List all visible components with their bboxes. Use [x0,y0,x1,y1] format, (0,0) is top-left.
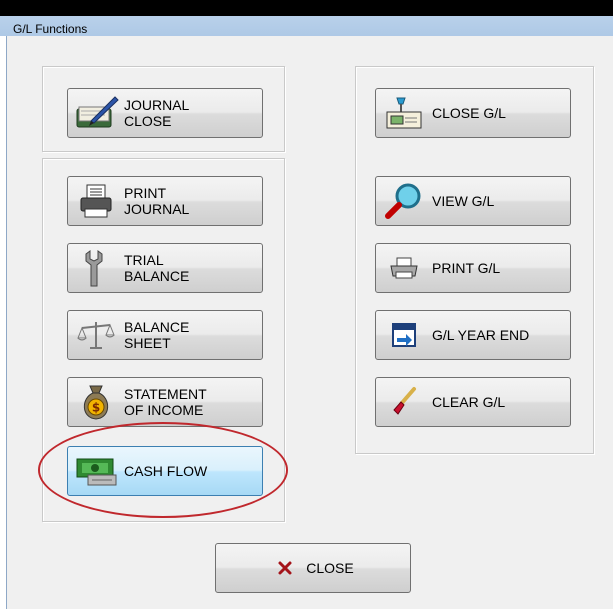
print-journal-label: PRINT JOURNAL [124,185,190,217]
gl-year-end-label: G/L YEAR END [432,327,530,343]
window-titlebar: G/L Functions [0,0,613,36]
paint-brush-icon [376,386,432,418]
print-gl-button[interactable]: PRINT G/L [375,243,571,293]
print-journal-button[interactable]: PRINT JOURNAL [67,176,263,226]
calendar-arrow-icon [376,320,432,350]
desk-lamp-icon [376,94,432,132]
window-title: G/L Functions [13,22,88,36]
clear-gl-button[interactable]: CLEAR G/L [375,377,571,427]
magnifier-icon [376,182,432,220]
view-gl-button[interactable]: VIEW G/L [375,176,571,226]
close-label: CLOSE [306,560,354,576]
highlight-circle [38,422,288,518]
money-bag-icon: $ [68,382,124,422]
wrench-icon [68,248,124,288]
close-button[interactable]: CLOSE [215,543,411,593]
titlebar-top-strip [0,0,613,16]
balance-sheet-label: BALANCE SHEET [124,319,190,351]
small-printer-icon [376,256,432,280]
statement-of-income-button[interactable]: $ STATEMENT OF INCOME [67,377,263,427]
gl-year-end-button[interactable]: G/L YEAR END [375,310,571,360]
print-gl-label: PRINT G/L [432,260,501,276]
journal-quill-icon [68,93,124,133]
scales-icon [68,318,124,352]
view-gl-label: VIEW G/L [432,193,495,209]
journal-close-label: JOURNAL CLOSE [124,97,190,129]
close-gl-button[interactable]: CLOSE G/L [375,88,571,138]
close-gl-label: CLOSE G/L [432,105,506,121]
trial-balance-button[interactable]: TRIAL BALANCE [67,243,263,293]
clear-gl-label: CLEAR G/L [432,394,506,410]
svg-text:$: $ [92,401,100,415]
statement-of-income-label: STATEMENT OF INCOME [124,386,207,418]
printer-icon [68,182,124,220]
balance-sheet-button[interactable]: BALANCE SHEET [67,310,263,360]
journal-close-button[interactable]: JOURNAL CLOSE [67,88,263,138]
titlebar-band [0,16,613,36]
red-x-icon [272,560,298,576]
trial-balance-label: TRIAL BALANCE [124,252,190,284]
